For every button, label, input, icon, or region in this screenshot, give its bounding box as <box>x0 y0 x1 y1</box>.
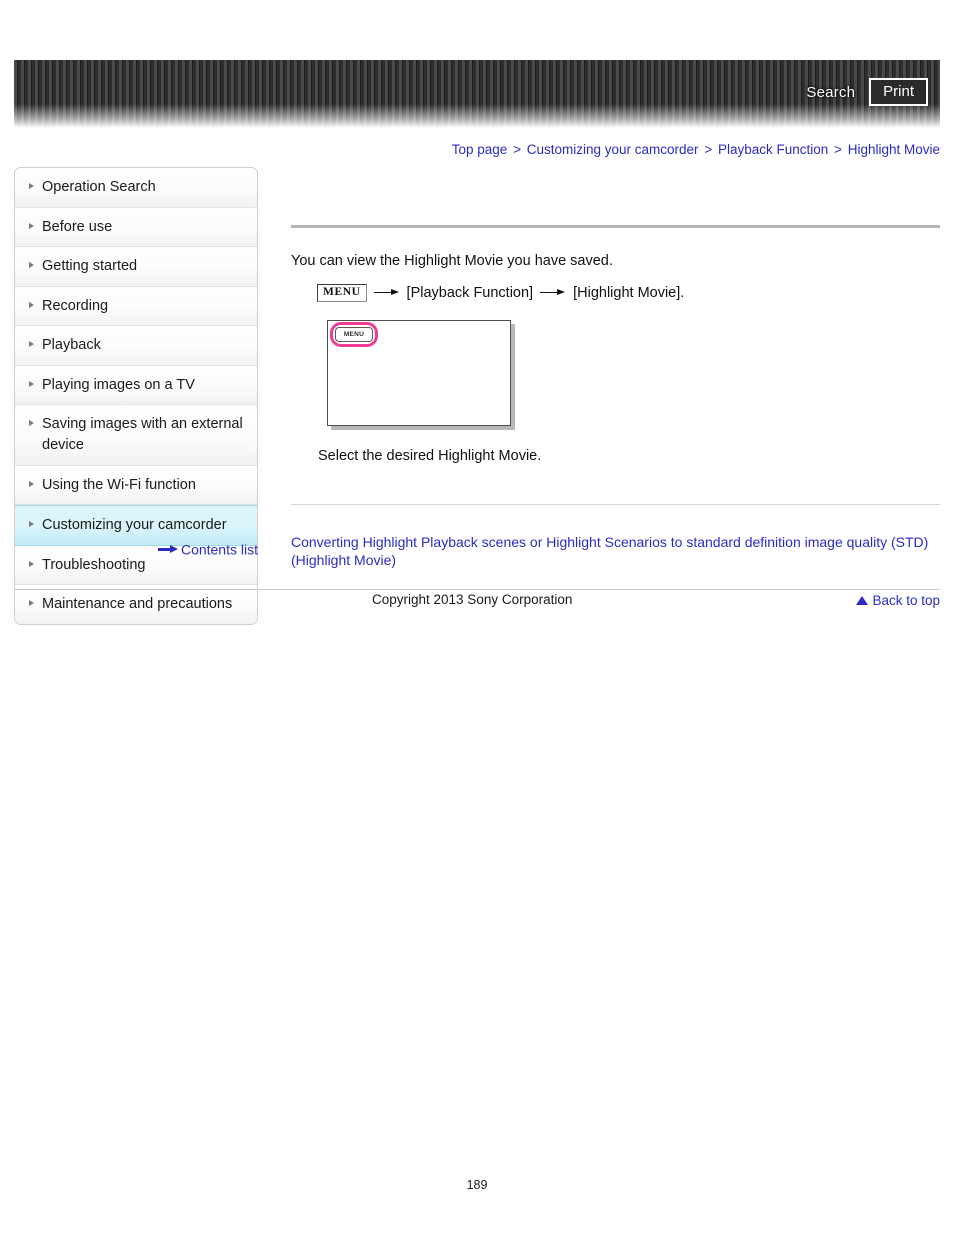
menu-soft-key-icon: MENU <box>335 326 373 342</box>
intro-paragraph: You can view the Highlight Movie you hav… <box>291 253 613 269</box>
breadcrumb: Top page > Customizing your camcorder > … <box>452 142 940 157</box>
breadcrumb-item-customizing-your-camcorder[interactable]: Customizing your camcorder <box>527 142 699 157</box>
breadcrumb-separator: > <box>704 142 713 157</box>
sidebar-item-label: Using the Wi-Fi function <box>42 476 196 493</box>
menu-path-step-2: [Highlight Movie]. <box>573 284 685 301</box>
breadcrumb-item-top-page[interactable]: Top page <box>452 142 508 157</box>
site-header-bar: Search Print <box>14 60 940 128</box>
sidebar-item-playing-images-on-a-tv[interactable]: Playing images on a TV <box>15 365 257 406</box>
triangle-bullet-icon <box>29 262 34 269</box>
arrow-right-icon <box>540 288 566 298</box>
triangle-bullet-icon <box>29 301 34 308</box>
select-instruction: Select the desired Highlight Movie. <box>318 447 542 464</box>
camcorder-screen-illustration: MENU <box>327 319 511 426</box>
menu-path-step-1: [Playback Function] <box>406 284 534 301</box>
main-content: You can view the Highlight Movie you hav… <box>291 167 940 608</box>
content-bottom-divider <box>291 503 940 505</box>
sidebar-item-using-the-wi-fi-function[interactable]: Using the Wi-Fi function <box>15 465 257 506</box>
triangle-bullet-icon <box>29 380 34 387</box>
related-topic-link[interactable]: Converting Highlight Playback scenes or … <box>291 533 940 571</box>
sidebar-item-label: Maintenance and precautions <box>42 596 233 613</box>
search-link[interactable]: Search <box>806 85 855 100</box>
breadcrumb-item-playback-function[interactable]: Playback Function <box>718 142 828 157</box>
sidebar-item-label: Saving images with an external device <box>42 416 243 454</box>
sidebar-item-operation-search[interactable]: Operation Search <box>15 168 257 208</box>
back-to-top-label: Back to top <box>872 593 940 609</box>
copyright-text: Copyright 2013 Sony Corporation <box>372 592 573 607</box>
sidebar-item-recording[interactable]: Recording <box>15 286 257 327</box>
contents-list-link[interactable]: Contents list <box>14 540 258 557</box>
sidebar-item-label: Before use <box>42 218 113 235</box>
triangle-bullet-icon <box>29 341 34 348</box>
breadcrumb-separator: > <box>513 142 521 157</box>
menu-path-instruction: MENU [Playback Function] [Highlight Movi… <box>317 283 940 302</box>
triangle-bullet-icon <box>29 560 34 567</box>
sidebar-item-label: Troubleshooting <box>42 556 146 573</box>
menu-badge-icon: MENU <box>317 283 367 302</box>
sidebar-item-label: Recording <box>42 297 109 314</box>
sidebar-item-label: Playback <box>42 337 101 354</box>
print-button[interactable]: Print <box>869 78 928 106</box>
triangle-up-icon <box>856 596 869 606</box>
breadcrumb-separator: > <box>834 142 842 157</box>
footer-divider <box>14 589 940 590</box>
sidebar-item-getting-started[interactable]: Getting started <box>15 247 257 287</box>
sidebar-item-label: Getting started <box>42 258 138 275</box>
content-top-divider <box>291 225 940 228</box>
header-actions: Search Print <box>806 78 928 106</box>
triangle-bullet-icon <box>29 521 34 528</box>
arrow-right-icon <box>373 288 400 298</box>
right-arrow-icon <box>157 544 178 554</box>
page-number: 189 <box>466 1178 488 1192</box>
triangle-bullet-icon <box>29 480 34 487</box>
sidebar-item-saving-images-with-an-external-device[interactable]: Saving images with an external device <box>15 405 257 466</box>
sidebar-item-playback[interactable]: Playback <box>15 326 257 366</box>
triangle-bullet-icon <box>29 420 34 427</box>
triangle-bullet-icon <box>29 600 34 607</box>
sidebar-item-label: Operation Search <box>42 179 156 195</box>
triangle-bullet-icon <box>29 183 34 189</box>
breadcrumb-item-highlight-movie[interactable]: Highlight Movie <box>848 142 940 157</box>
triangle-bullet-icon <box>29 222 34 229</box>
sidebar-item-before-use[interactable]: Before use <box>15 207 257 248</box>
contents-list-label: Contents list <box>180 541 258 558</box>
sidebar-item-label: Playing images on a TV <box>42 376 195 393</box>
sidebar-item-label: Customizing your camcorder <box>42 517 227 534</box>
sidebar-item-maintenance-and-precautions[interactable]: Maintenance and precautions <box>15 585 257 624</box>
